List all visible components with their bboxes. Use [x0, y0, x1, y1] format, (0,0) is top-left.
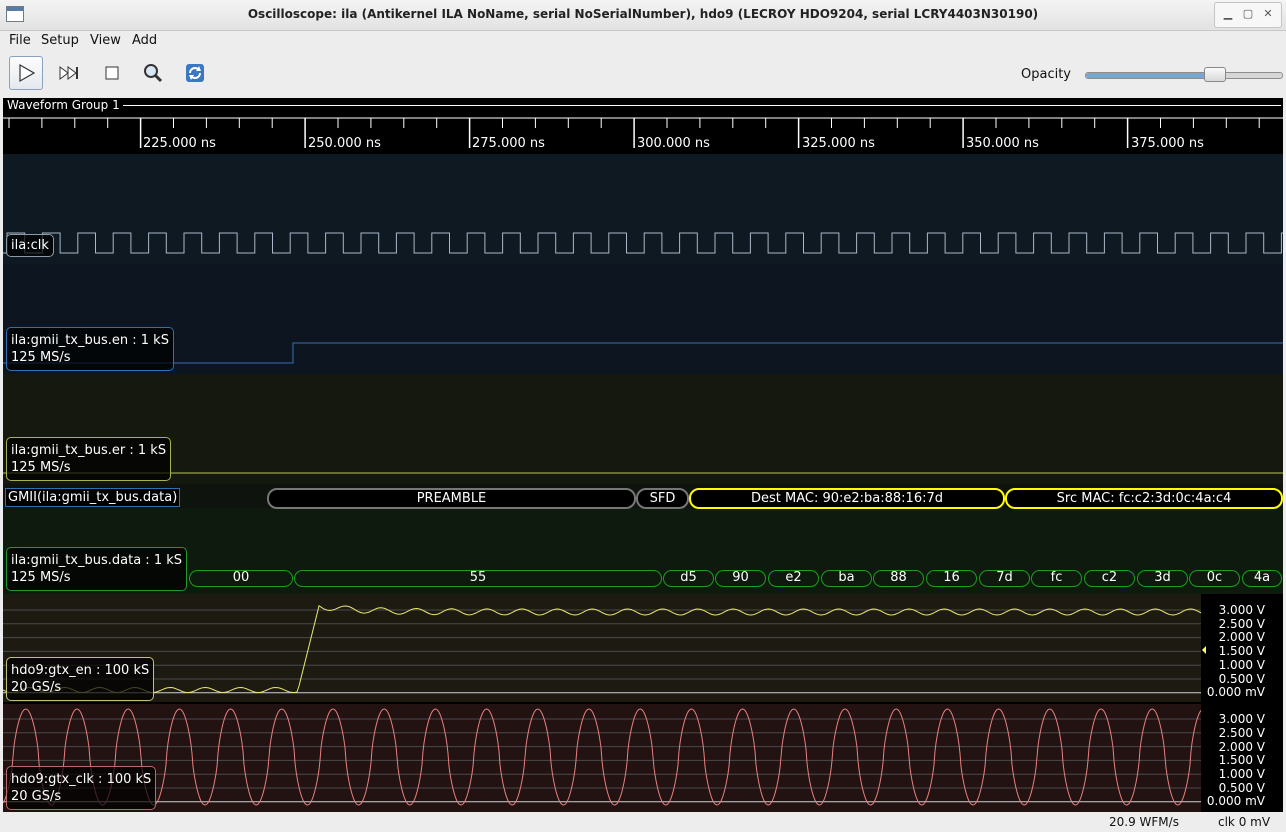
data-byte[interactable]: c2 [1084, 570, 1135, 587]
channel-label-gtx-en[interactable]: hdo9:gtx_en : 100 kS 20 GS/s [6, 657, 155, 701]
play-icon [19, 63, 36, 83]
channel-rate: 125 MS/s [11, 350, 71, 365]
channel-label-gtx-clk[interactable]: hdo9:gtx_clk : 100 kS 20 GS/s [6, 766, 157, 810]
volt-label: 0.500 V [1218, 672, 1265, 686]
tick-label: 350.000 ns [966, 136, 1039, 151]
window-controls: ▁ ▢ ✕ [1214, 2, 1282, 28]
data-byte[interactable]: 55 [294, 570, 662, 587]
data-byte[interactable]: e2 [768, 570, 819, 587]
volt-label: 2.500 V [1218, 617, 1265, 631]
volt-label: 1.000 V [1218, 658, 1265, 672]
waveform-canvas [3, 117, 1283, 812]
menu-setup[interactable]: Setup [41, 33, 79, 48]
menu-view[interactable]: View [90, 33, 121, 48]
data-byte[interactable]: 88 [873, 570, 924, 587]
group-divider [123, 105, 1281, 106]
maximize-icon[interactable]: ▢ [1241, 7, 1255, 21]
refresh-button[interactable] [178, 56, 212, 90]
data-byte[interactable]: fc [1031, 570, 1082, 587]
packet-sfd[interactable]: SFD [636, 488, 689, 509]
data-byte[interactable]: 00 [189, 570, 293, 587]
trigger-marker[interactable] [1202, 646, 1206, 654]
data-byte[interactable]: 7d [979, 570, 1030, 587]
decoder-label[interactable]: GMII(ila:gmii_tx_bus.data) [5, 488, 181, 507]
data-byte[interactable]: ba [821, 570, 872, 587]
step-forward-button[interactable] [52, 56, 86, 90]
refresh-icon [186, 64, 204, 82]
stop-button[interactable] [95, 56, 129, 90]
channel-rate: 125 MS/s [11, 570, 71, 585]
channel-rate: 20 GS/s [11, 680, 62, 695]
zoom-icon [144, 64, 163, 83]
channel-label-er[interactable]: ila:gmii_tx_bus.er : 1 kS 125 MS/s [6, 437, 172, 481]
menu-bar: File Setup View Add [0, 30, 1286, 52]
tick-label: 225.000 ns [143, 136, 216, 151]
tick-label: 250.000 ns [308, 136, 381, 151]
opacity-label: Opacity [1021, 67, 1072, 82]
data-byte[interactable]: 16 [926, 570, 977, 587]
tick-label: 275.000 ns [472, 136, 545, 151]
zoom-button[interactable] [136, 56, 170, 90]
data-byte[interactable]: 90 [715, 570, 766, 587]
channel-name: ila:gmii_tx_bus.data : 1 kS [11, 553, 183, 568]
packet-dest-mac[interactable]: Dest MAC: 90:e2:ba:88:16:7d [689, 488, 1005, 509]
step-forward-icon [59, 66, 78, 80]
minimize-icon[interactable]: ▁ [1221, 7, 1235, 21]
menu-file[interactable]: File [9, 33, 31, 48]
data-byte[interactable]: d5 [663, 570, 714, 587]
volt-label: 3.000 V [1218, 603, 1265, 617]
volt-label: 1.500 V [1218, 644, 1265, 658]
opacity-slider-handle[interactable] [1204, 67, 1226, 82]
volt-label: 3.000 V [1218, 712, 1265, 726]
channel-name: hdo9:gtx_en : 100 kS [11, 663, 150, 678]
volt-label: 0.000 mV [1206, 794, 1265, 808]
close-icon[interactable]: ✕ [1261, 7, 1275, 21]
play-button[interactable] [9, 56, 43, 90]
clk-readout: clk 0 mV [1218, 815, 1271, 829]
status-bar: 20.9 WFM/s clk 0 mV [0, 812, 1286, 832]
window-title: Oscilloscope: ila (Antikernel ILA NoName… [247, 7, 1039, 21]
waveform-area[interactable]: Waveform Group 1 225.000 ns 250.000 ns 2… [3, 98, 1283, 812]
wfm-rate: 20.9 WFM/s [1109, 815, 1179, 829]
tick-label: 300.000 ns [637, 136, 710, 151]
tick-label: 375.000 ns [1131, 136, 1204, 151]
channel-rate: 20 GS/s [11, 789, 62, 804]
channel-label-clk[interactable]: ila:clk [6, 234, 54, 257]
tick-label: 325.000 ns [802, 136, 875, 151]
volt-label: 0.000 mV [1206, 685, 1265, 699]
group-label: Waveform Group 1 [7, 98, 124, 112]
volt-label: 1.000 V [1218, 767, 1265, 781]
channel-label-data[interactable]: ila:gmii_tx_bus.data : 1 kS 125 MS/s [6, 547, 188, 591]
menu-add[interactable]: Add [132, 33, 157, 48]
volt-label: 2.500 V [1218, 726, 1265, 740]
packet-src-mac[interactable]: Src MAC: fc:c2:3d:0c:4a:c4 [1005, 488, 1283, 509]
data-byte[interactable]: 0c [1189, 570, 1240, 587]
volt-label: 2.000 V [1218, 630, 1265, 644]
opacity-slider-fill [1086, 73, 1215, 78]
data-byte[interactable]: 4a [1242, 570, 1282, 587]
data-byte[interactable]: 3d [1137, 570, 1188, 587]
title-bar: Oscilloscope: ila (Antikernel ILA NoName… [0, 0, 1286, 31]
channel-rate: 125 MS/s [11, 460, 71, 475]
channel-name: ila:gmii_tx_bus.en : 1 kS [11, 333, 169, 348]
channel-name: ila:gmii_tx_bus.er : 1 kS [11, 443, 167, 458]
volt-label: 0.500 V [1218, 781, 1265, 795]
stop-icon [105, 66, 119, 80]
channel-name: hdo9:gtx_clk : 100 kS [11, 772, 152, 787]
packet-preamble[interactable]: PREAMBLE [267, 488, 636, 509]
opacity-slider[interactable] [1085, 72, 1283, 79]
toolbar: Opacity [0, 52, 1286, 98]
volt-label: 2.000 V [1218, 740, 1265, 754]
channel-name: ila:clk [11, 238, 49, 253]
channel-label-en[interactable]: ila:gmii_tx_bus.en : 1 kS 125 MS/s [6, 327, 174, 371]
volt-label: 1.500 V [1218, 753, 1265, 767]
